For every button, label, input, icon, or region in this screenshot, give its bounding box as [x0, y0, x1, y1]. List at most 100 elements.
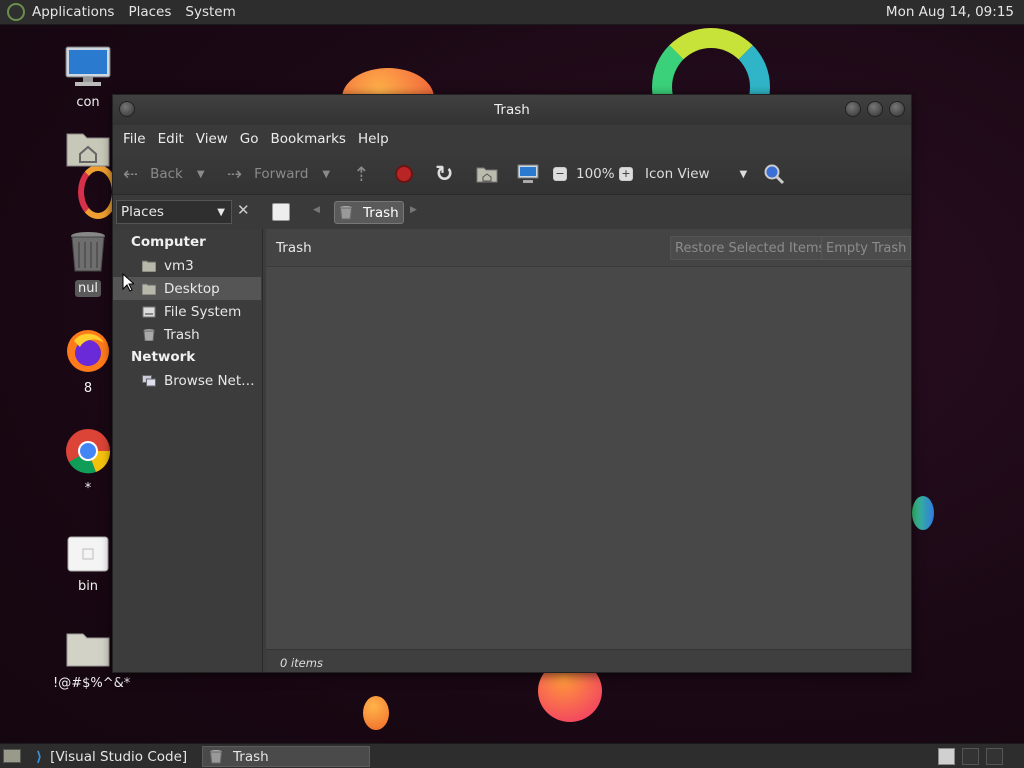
sidebar-item-label: Browse Net… [164, 372, 255, 389]
file-manager-window: Trash File Edit View Go Bookmarks Help ⇠… [112, 94, 912, 673]
chevron-down-icon: ▼ [739, 168, 748, 180]
stop-button[interactable] [395, 153, 413, 195]
forward-button[interactable]: ⇢ Forward ▼ [227, 153, 330, 195]
taskbar-item-trash[interactable]: Trash [202, 746, 370, 767]
clock[interactable]: Mon Aug 14, 09:15 [886, 4, 1014, 20]
reload-icon: ↻ [435, 161, 454, 187]
close-sidebar-icon[interactable]: ✕ [237, 201, 250, 219]
view-mode-label: Icon View [645, 166, 710, 182]
stop-icon [395, 165, 413, 183]
back-button[interactable]: ⇠ Back ▼ [123, 153, 205, 195]
path-left-arrow-icon[interactable]: ◀ [313, 205, 320, 215]
breadcrumb-trash[interactable]: Trash [334, 201, 404, 224]
zoom-out-icon: − [553, 167, 567, 181]
computer-icon [65, 46, 111, 86]
forward-arrow-icon: ⇢ [227, 163, 243, 185]
workspace-2-button[interactable] [962, 748, 979, 765]
menu-go[interactable]: Go [234, 131, 265, 147]
distro-logo-icon[interactable] [7, 3, 25, 21]
desktop-icon-label: * [84, 481, 92, 496]
sidebar-item-label: Desktop [164, 280, 220, 297]
sidebar-item-label: vm3 [164, 257, 194, 274]
menu-help[interactable]: Help [352, 131, 395, 147]
menu-edit[interactable]: Edit [152, 131, 190, 147]
zoom-in-button[interactable]: + [619, 153, 633, 195]
sidebar-item-trash[interactable]: Trash [113, 323, 261, 346]
sidebar-item-label: File System [164, 303, 242, 320]
breadcrumb-label: Trash [363, 204, 399, 221]
workspace-1-button[interactable] [938, 748, 955, 765]
system-menu[interactable]: System [178, 4, 242, 20]
show-desktop-icon[interactable] [3, 749, 21, 763]
sidebar-item-file-system[interactable]: File System [113, 300, 261, 323]
desktop-icon-label: bin [77, 579, 99, 594]
edit-location-icon[interactable] [272, 203, 290, 221]
computer-button[interactable] [517, 153, 539, 195]
desktop-icon-label: con [76, 95, 100, 110]
network-icon [142, 374, 156, 386]
trash-icon [143, 328, 155, 341]
vscode-icon: ⟩ [36, 748, 43, 765]
desktop-icon-label: !@#$%^&* [53, 676, 131, 691]
window-titlebar[interactable]: Trash [113, 95, 911, 125]
computer-icon [517, 164, 539, 183]
up-button[interactable]: ⇡ [353, 153, 370, 195]
places-selector-label: Places [121, 204, 164, 220]
menubar: File Edit View Go Bookmarks Help [113, 125, 911, 153]
view-mode-select[interactable]: Icon View ▼ [645, 153, 747, 195]
maximize-button[interactable] [867, 101, 883, 117]
chrome-icon [66, 429, 111, 474]
desktop-icon-label: 8 [83, 381, 93, 396]
home-folder-icon [142, 260, 156, 272]
sidebar-item-browse-network[interactable]: Browse Net… [113, 369, 261, 392]
zoom-in-icon: + [619, 167, 633, 181]
home-button[interactable] [476, 153, 498, 195]
window-menu-icon[interactable] [119, 101, 135, 117]
decor-shape [912, 496, 934, 530]
top-panel: Applications Places System Mon Aug 14, 0… [0, 0, 1024, 25]
back-arrow-icon: ⇠ [123, 163, 139, 185]
menu-file[interactable]: File [117, 131, 152, 147]
folder-icon [66, 633, 110, 667]
drive-icon [142, 306, 156, 317]
menu-bookmarks[interactable]: Bookmarks [265, 131, 352, 147]
back-history-dropdown-icon[interactable]: ▼ [197, 169, 205, 180]
sidebar-section-computer: Computer [131, 234, 206, 250]
bottom-panel: ⟩ [Visual Studio Code] Trash [0, 743, 1024, 768]
back-label: Back [150, 166, 183, 182]
mouse-cursor-icon [122, 273, 134, 292]
applications-menu[interactable]: Applications [25, 4, 121, 20]
zoom-level[interactable]: 100% [576, 153, 615, 195]
reload-button[interactable]: ↻ [435, 153, 453, 195]
minimize-button[interactable] [845, 101, 861, 117]
restore-selected-items-button[interactable]: Restore Selected Items [670, 236, 831, 260]
search-button[interactable] [763, 153, 785, 195]
sidebar-item-label: Trash [164, 326, 200, 343]
sidebar-item-vm3[interactable]: vm3 [113, 254, 261, 277]
content-area[interactable]: Trash Restore Selected Items Empty Trash… [266, 229, 911, 672]
trash-icon [339, 206, 353, 220]
path-right-arrow-icon[interactable]: ▶ [410, 205, 417, 215]
desktop-icon-label: nul [74, 280, 102, 297]
close-button[interactable] [889, 101, 905, 117]
menu-view[interactable]: View [190, 131, 234, 147]
trash-info-bar: Trash Restore Selected Items Empty Trash [266, 229, 911, 267]
sidebar-section-network: Network [131, 349, 196, 365]
forward-history-dropdown-icon[interactable]: ▼ [322, 169, 330, 180]
sidebar-item-desktop[interactable]: Desktop [113, 277, 261, 300]
chevron-down-icon: ▼ [217, 206, 225, 218]
home-folder-icon [476, 167, 498, 183]
toolbar: ⇠ Back ▼ ⇢ Forward ▼ ⇡ ↻ − 100% + Icon V… [113, 153, 911, 195]
forward-label: Forward [254, 166, 309, 182]
empty-trash-button[interactable]: Empty Trash [821, 236, 911, 260]
workspace-3-button[interactable] [986, 748, 1003, 765]
taskbar-item-vscode[interactable]: ⟩ [Visual Studio Code] [36, 746, 196, 767]
home-folder-icon [66, 133, 110, 167]
zoom-out-button[interactable]: − [553, 153, 567, 195]
desktop-folder-icon [142, 283, 156, 295]
trash-icon [71, 232, 105, 272]
places-selector[interactable]: Places ▼ [116, 200, 232, 224]
places-menu[interactable]: Places [121, 4, 178, 20]
sidebar: Computer vm3 Desktop File System Trash N… [113, 229, 263, 672]
window-title: Trash [494, 102, 530, 118]
